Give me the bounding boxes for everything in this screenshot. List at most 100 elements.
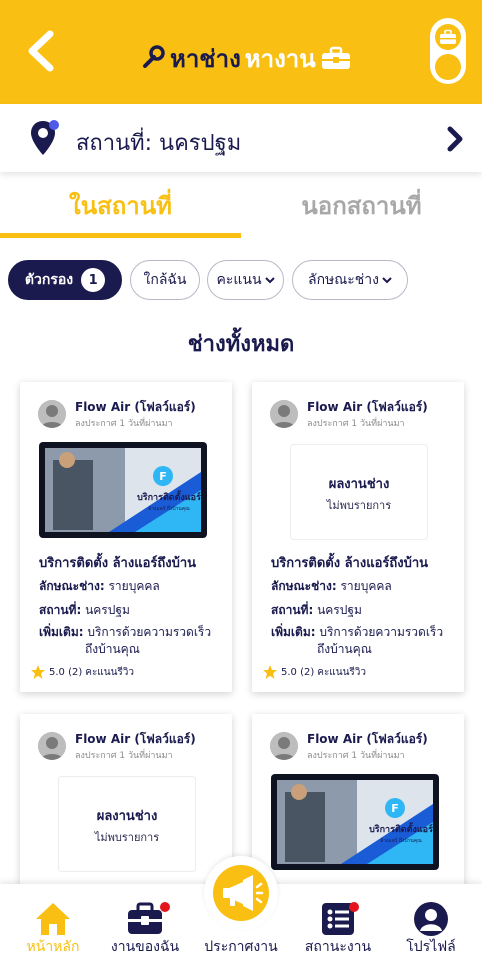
post-time: ลงประกาศ 1 วันที่ผ่านมา [75, 751, 173, 761]
filter-count-badge: 1 [81, 268, 106, 292]
rating-value: 5.0 (2) [49, 666, 83, 678]
user-avatar-icon [270, 732, 298, 760]
tech-type-dropdown[interactable]: ลักษณะช่าง [292, 260, 408, 300]
nav-status[interactable]: สถานะงาน [293, 884, 383, 972]
place-key: สถานที่: [271, 603, 314, 617]
tab-active-indicator [0, 233, 241, 238]
extra-value-1: บริการด้วยความรวดเร็ว [319, 625, 444, 639]
avatar [38, 400, 66, 428]
tech-name: Flow Air (โฟลว์แอร์) [307, 400, 428, 414]
portfolio-title: ผลงานช่าง [328, 477, 390, 492]
back-button[interactable] [22, 28, 62, 74]
nav-profile[interactable]: โปรไฟล์ [386, 884, 476, 972]
profile-icon [414, 902, 448, 936]
filter-button[interactable]: ตัวกรอง 1 [8, 260, 122, 300]
tech-type-key: ลักษณะช่าง: [271, 579, 337, 593]
nav-profile-label: โปรไฟล์ [406, 939, 456, 955]
toggle-knob-toolbox [435, 24, 461, 50]
work-photo-graphic: F บริการติดตั้งแอร์ ล้างแอร์ ถึงบ้านคุณ [277, 780, 433, 864]
wrench-icon [143, 45, 165, 68]
section-title: ช่างทั้งหมด [187, 332, 295, 357]
app-screen: หาช่าง หางาน สถานที่: นครปฐม ในสถานที่ น… [0, 0, 482, 972]
tab-offsite[interactable]: นอกสถานที่ [241, 186, 482, 238]
work-photo-graphic: F บริการติดตั้งแอร์ ล้างแอร์ ถึงบ้านคุณ [45, 448, 201, 532]
app-logo: หาช่าง หางาน [140, 38, 352, 78]
place-value: นครปฐม [85, 603, 130, 617]
logo-text-find-tech: หาช่าง [170, 44, 241, 73]
chevron-down-icon [264, 276, 275, 283]
place-line: สถานที่: นครปฐม [39, 601, 130, 620]
tech-type-key: ลักษณะช่าง: [39, 579, 105, 593]
notification-dot [160, 902, 170, 912]
portfolio-title: ผลงานช่าง [96, 809, 158, 824]
avatar [38, 732, 66, 760]
near-me-chip[interactable]: ใกล้ฉัน [130, 260, 200, 300]
tech-type-value: รายบุคคล [108, 579, 160, 593]
tech-name: Flow Air (โฟลว์แอร์) [75, 400, 196, 414]
notification-dot [349, 902, 359, 912]
nav-my-jobs-label: งานของฉัน [110, 939, 180, 955]
chevron-right-icon [447, 126, 463, 152]
work-placeholder: ผลงานช่าง ไม่พบรายการ [290, 444, 428, 540]
extra-key: เพิ่มเติม: [271, 625, 316, 639]
announce-job-button[interactable] [204, 856, 278, 930]
tech-card[interactable]: Flow Air (โฟลว์แอร์) ลงประกาศ 1 วันที่ผ่… [252, 382, 464, 692]
extra-key: เพิ่มเติม: [39, 625, 84, 639]
extra-value-2: ถึงบ้านคุณ [85, 642, 140, 656]
near-me-label: ใกล้ฉัน [143, 272, 187, 288]
post-time: ลงประกาศ 1 วันที่ผ่านมา [307, 751, 405, 761]
rating-value: 5.0 (2) [281, 666, 315, 678]
post-time: ลงประกาศ 1 วันที่ผ่านมา [75, 419, 173, 429]
rating-label: คะแนนรีวิว [317, 666, 367, 678]
logo-text-find-job: หางาน [244, 44, 316, 73]
place-line: สถานที่: นครปฐม [271, 601, 362, 620]
place-value: นครปฐม [317, 603, 362, 617]
chevron-down-icon [382, 276, 392, 283]
location-text: สถานที่: นครปฐม [76, 131, 242, 156]
service-title: บริการติดตั้ง ล้างแอร์ถึงบ้าน [39, 556, 197, 571]
user-avatar-icon [270, 400, 298, 428]
work-photo: F บริการติดตั้งแอร์ ล้างแอร์ ถึงบ้านคุณ [39, 442, 207, 538]
nav-status-label: สถานะงาน [304, 939, 372, 955]
rating: 5.0 (2) คะแนนรีวิว [30, 664, 134, 680]
tech-name: Flow Air (โฟลว์แอร์) [307, 732, 428, 746]
nav-home[interactable]: หน้าหลัก [8, 884, 98, 972]
toolbox-icon [128, 902, 162, 934]
avatar [270, 732, 298, 760]
announce-job-label: ประกาศงาน [204, 939, 278, 955]
megaphone-icon [223, 875, 264, 911]
user-avatar-icon [38, 400, 66, 428]
avatar [270, 400, 298, 428]
star-icon [263, 665, 277, 679]
photo-subcaption: ล้างแอร์ ถึงบ้านคุณ [380, 837, 422, 844]
service-title: บริการติดตั้ง ล้างแอร์ถึงบ้าน [271, 556, 429, 571]
portfolio-empty: ไม่พบรายการ [94, 831, 160, 844]
tech-type-line: ลักษณะช่าง: รายบุคคล [39, 577, 160, 596]
mode-toggle[interactable] [430, 18, 466, 84]
tab-onsite[interactable]: ในสถานที่ [0, 186, 241, 238]
star-icon [31, 665, 45, 679]
portfolio-empty: ไม่พบรายการ [326, 499, 392, 512]
toolbox-icon [440, 29, 456, 44]
tech-type-value: รายบุคคล [340, 579, 392, 593]
tech-card[interactable]: Flow Air (โฟลว์แอร์) ลงประกาศ 1 วันที่ผ่… [20, 382, 232, 692]
photo-subcaption: ล้างแอร์ ถึงบ้านคุณ [148, 505, 190, 512]
tech-name: Flow Air (โฟลว์แอร์) [75, 732, 196, 746]
location-selector[interactable]: สถานที่: นครปฐม [0, 104, 482, 172]
home-icon [36, 903, 70, 935]
extra-value-2: ถึงบ้านคุณ [317, 642, 372, 656]
toolbox-icon [321, 46, 350, 69]
app-header: หาช่าง หางาน [0, 0, 482, 104]
extra-value-1: บริการด้วยความรวดเร็ว [87, 625, 212, 639]
nav-my-jobs[interactable]: งานของฉัน [100, 884, 190, 972]
location-pin-icon [31, 120, 59, 155]
fab-circle [213, 865, 269, 921]
score-dropdown[interactable]: คะแนน [207, 260, 284, 300]
work-placeholder: ผลงานช่าง ไม่พบรายการ [58, 776, 196, 872]
filter-label: ตัวกรอง [24, 272, 74, 288]
chevron-left-icon [28, 30, 54, 72]
score-label: คะแนน [216, 272, 262, 288]
work-photo: F บริการติดตั้งแอร์ ล้างแอร์ ถึงบ้านคุณ [271, 774, 439, 870]
svg-text:F: F [391, 802, 399, 815]
post-time: ลงประกาศ 1 วันที่ผ่านมา [307, 419, 405, 429]
